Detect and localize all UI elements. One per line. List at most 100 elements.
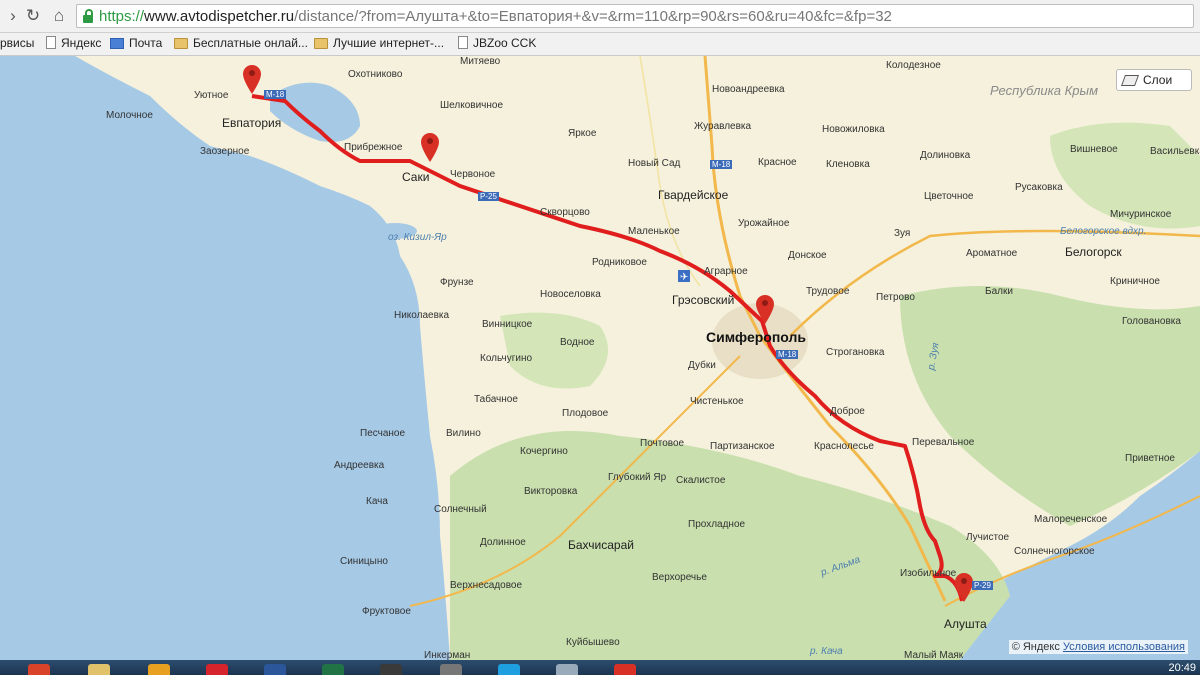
app-icon[interactable] (148, 664, 170, 675)
explorer-icon[interactable] (88, 664, 110, 675)
label-village: Почтовое (640, 438, 685, 449)
label-village: Шелковичное (440, 100, 504, 111)
label-village: Русаковка (1015, 182, 1063, 193)
label-reservoir: Белогорское вдхр. (1060, 226, 1147, 237)
terms-link[interactable]: Условия использования (1063, 641, 1185, 653)
label-village: Долинное (480, 537, 526, 548)
label-village: Скворцово (540, 207, 590, 218)
forward-icon[interactable]: › (2, 5, 24, 27)
excel-icon[interactable] (322, 664, 344, 675)
label-village: Охотниково (348, 69, 403, 80)
mail-icon (110, 38, 124, 49)
folder-icon (314, 38, 328, 49)
layers-button[interactable]: Слои (1116, 69, 1192, 91)
map-viewport[interactable]: ✈ Республика Крым Евпатория Саки Симферо… (0, 56, 1200, 660)
label-village: Прибрежное (344, 142, 403, 153)
road-shield: Р-29 (972, 581, 993, 590)
label-village: Малый Маяк (904, 650, 964, 660)
label-village: Викторовка (524, 486, 578, 497)
label-village: Цветочное (924, 191, 974, 202)
label-village: Молочное (106, 110, 153, 121)
label-village: Кленовка (826, 159, 870, 170)
label-village: Фруктовое (362, 606, 411, 617)
label-village: Лучистое (966, 532, 1010, 543)
label-village: Криничное (1110, 276, 1160, 287)
road-north (639, 56, 701, 287)
label-village: Фрунзе (440, 277, 474, 288)
label-village: Васильевка (1150, 146, 1200, 157)
media-icon[interactable] (380, 664, 402, 675)
map-canvas: ✈ (0, 56, 1200, 660)
label-republic: Республика Крым (990, 83, 1098, 98)
bookmark-mail[interactable]: Почта (110, 36, 162, 50)
label-village: Строгановка (826, 347, 885, 358)
label-village: Андреевка (334, 460, 385, 471)
label-village: Вишневое (1070, 144, 1118, 155)
label-village: Вилино (446, 428, 481, 439)
label-bakhchisaray: Бахчисарай (568, 538, 634, 552)
marker-evpatoria (243, 65, 261, 94)
label-village: Долиновка (920, 150, 971, 161)
label-village: Урожайное (738, 218, 790, 229)
label-village: Изобильное (900, 568, 957, 579)
layers-icon (1120, 75, 1140, 86)
label-gvardeyskoe: Гвардейское (658, 188, 729, 202)
address-bar[interactable]: https://www.avtodispetcher.ru/distance/?… (76, 4, 1194, 28)
road-shield: Р-25 (478, 192, 499, 201)
powerpoint-icon[interactable] (28, 664, 50, 675)
road-shield: М-18 (776, 350, 799, 359)
label-village: Митяево (460, 56, 501, 67)
label-village: Колодезное (886, 60, 941, 71)
label-saki: Саки (402, 170, 430, 184)
label-village: Солнечногорское (1014, 546, 1095, 557)
app-icon[interactable] (440, 664, 462, 675)
label-gresovsky: Грэсовский (672, 293, 735, 307)
road-shield: М-18 (264, 90, 287, 99)
label-village: Кольчугино (480, 353, 533, 364)
label-village: Плодовое (562, 408, 609, 419)
bookmark-yandex[interactable]: Яндекс (46, 36, 101, 50)
page-icon (458, 36, 468, 49)
road-shield: М-18 (710, 160, 733, 169)
label-village: Новый Сад (628, 158, 681, 169)
word-icon[interactable] (264, 664, 286, 675)
label-village: Яркое (568, 128, 597, 139)
bookmark-best-internet[interactable]: Лучшие интернет-... (314, 36, 444, 50)
label-village: Журавлевка (694, 121, 752, 132)
label-village: Скалистое (676, 475, 726, 486)
app-icon[interactable] (556, 664, 578, 675)
reload-icon[interactable]: ↻ (22, 5, 44, 27)
label-simferopol: Симферополь (706, 329, 807, 345)
label-alushta: Алушта (944, 617, 987, 631)
bookmark-free-online[interactable]: Бесплатные онлай... (174, 36, 308, 50)
label-village: Родниковое (592, 257, 647, 268)
lock-icon (83, 9, 93, 23)
bookmark-services[interactable]: рвисы (0, 36, 34, 50)
clock: 20:49 (1168, 662, 1196, 674)
label-village: Песчаное (360, 428, 406, 439)
label-village: Маленькое (628, 226, 680, 237)
chrome-icon[interactable] (614, 664, 636, 675)
bookmark-jbzoo[interactable]: JBZoo CCK (458, 36, 536, 50)
marker-saki (421, 133, 439, 162)
label-village: Кача (366, 496, 388, 507)
label-village: Червоное (450, 169, 496, 180)
forest-south (450, 431, 1010, 660)
label-village: Новоандреевка (712, 84, 785, 95)
home-icon[interactable]: ⌂ (48, 5, 70, 27)
opera-icon[interactable] (206, 664, 228, 675)
label-village: Зуя (894, 228, 911, 239)
label-village: Трудовое (806, 286, 850, 297)
svg-text:✈: ✈ (680, 272, 688, 283)
label-village: Синицыно (340, 556, 388, 567)
label-village: Верхоречье (652, 572, 707, 583)
label-village: Партизанское (710, 441, 775, 452)
label-village: Петрово (876, 292, 915, 303)
label-village: Табачное (474, 394, 518, 405)
label-village: Винницкое (482, 319, 533, 330)
label-village: Чистенькое (690, 396, 744, 407)
label-village: Водное (560, 337, 595, 348)
label-village: Балки (985, 286, 1013, 297)
skype-icon[interactable] (498, 664, 520, 675)
label-village: Донское (788, 250, 827, 261)
